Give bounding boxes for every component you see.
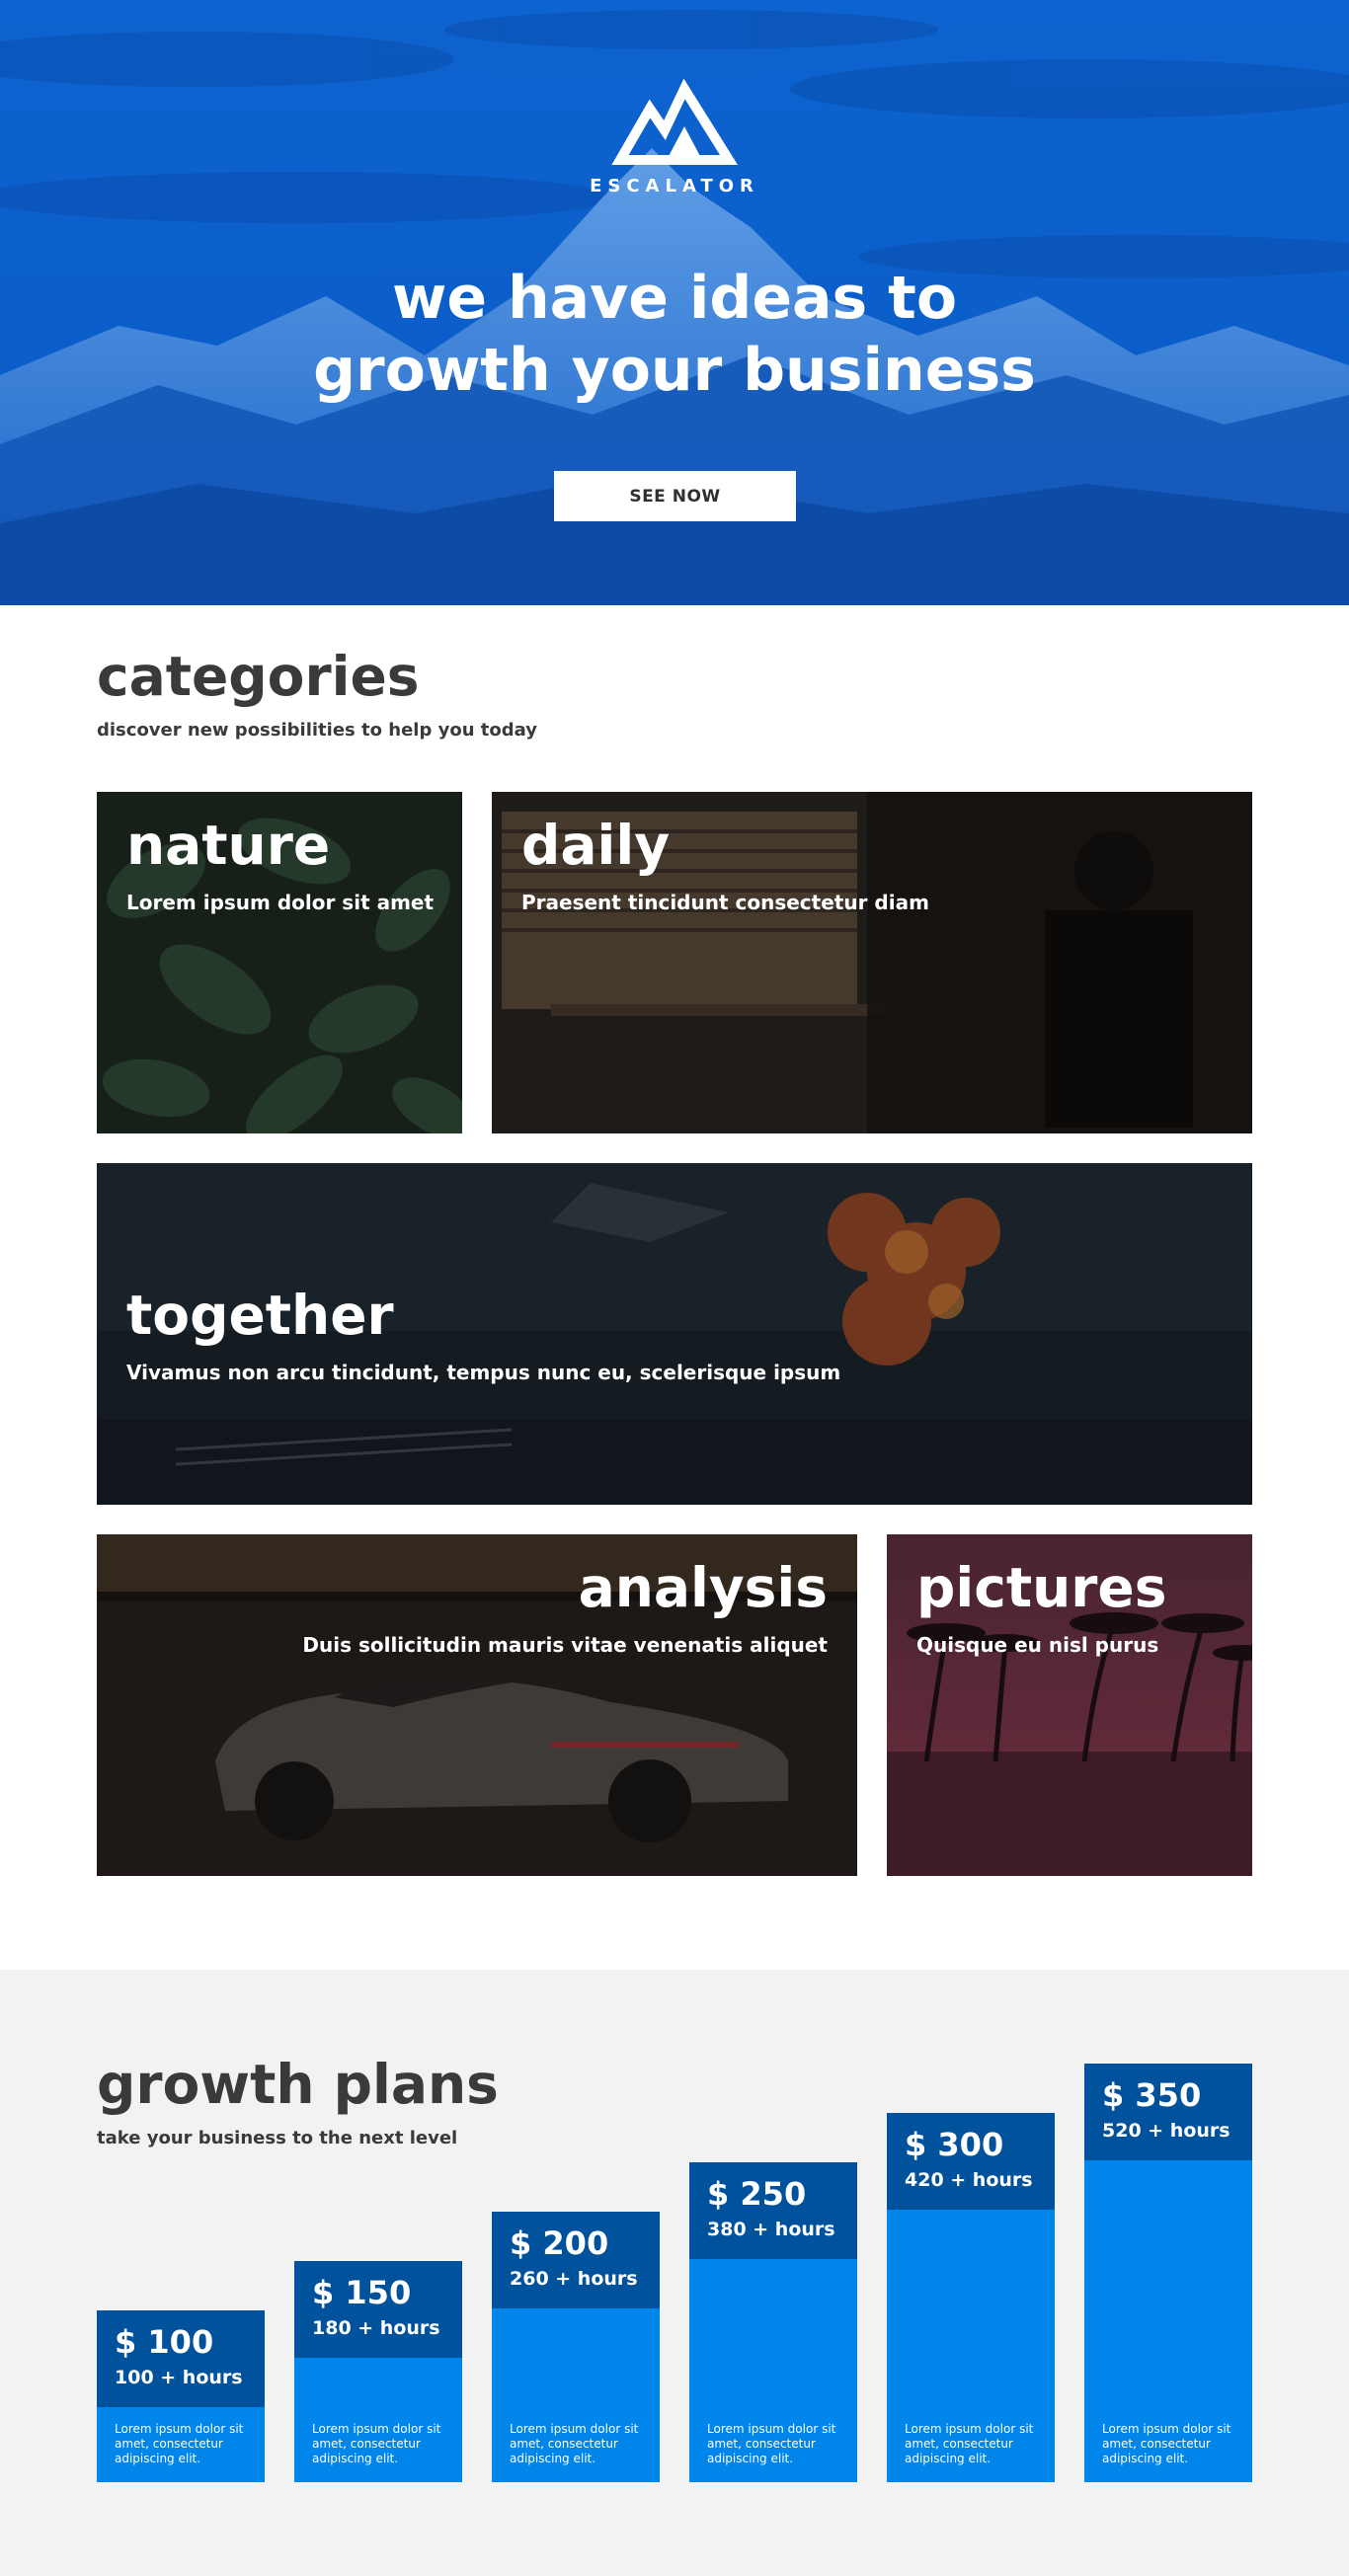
plan-hours: 180 + hours xyxy=(312,2317,440,2339)
plan-description: Lorem ipsum dolor sit amet, consectetur … xyxy=(312,2422,441,2465)
plan-header: $ 250 380 + hours xyxy=(689,2162,857,2259)
plan-description: Lorem ipsum dolor sit amet, consectetur … xyxy=(1102,2422,1231,2465)
plan-header: $ 100 100 + hours xyxy=(97,2310,265,2407)
category-card-analysis[interactable]: analysis Duis sollicitudin mauris vitae … xyxy=(97,1534,857,1876)
brand-name: ESCALATOR xyxy=(590,176,759,196)
plan-header: $ 300 420 + hours xyxy=(887,2113,1055,2210)
category-card-pictures[interactable]: pictures Quisque eu nisl purus xyxy=(887,1534,1252,1876)
category-description: Quisque eu nisl purus xyxy=(916,1633,1159,1657)
plan-card-350[interactable]: $ 350 520 + hours Lorem ipsum dolor sit … xyxy=(1084,2064,1252,2482)
plan-price: $ 200 xyxy=(510,2225,609,2262)
hero-section: ESCALATOR we have ideas to growth your b… xyxy=(0,0,1349,605)
plan-price: $ 150 xyxy=(312,2274,412,2311)
plan-price: $ 300 xyxy=(905,2126,1004,2163)
growth-plans-section: growth plans take your business to the n… xyxy=(0,1970,1349,2576)
plan-header: $ 350 520 + hours xyxy=(1084,2064,1252,2160)
category-card-together[interactable]: together Vivamus non arcu tincidunt, tem… xyxy=(97,1163,1252,1505)
plan-hours: 420 + hours xyxy=(905,2169,1033,2191)
category-description: Vivamus non arcu tincidunt, tempus nunc … xyxy=(126,1361,841,1384)
hero-heading-line1: we have ideas to xyxy=(391,264,958,333)
plan-price: $ 350 xyxy=(1102,2076,1202,2114)
plans-title: growth plans xyxy=(97,2053,499,2116)
plans-subtitle: take your business to the next level xyxy=(97,2128,458,2148)
hero-heading: we have ideas to growth your business xyxy=(0,263,1349,407)
category-description: Duis sollicitudin mauris vitae venenatis… xyxy=(302,1633,828,1657)
plan-hours: 380 + hours xyxy=(707,2219,835,2240)
category-title: pictures xyxy=(916,1556,1167,1619)
category-card-nature[interactable]: nature Lorem ipsum dolor sit amet xyxy=(97,792,462,1133)
category-title: analysis xyxy=(578,1556,828,1619)
plan-description: Lorem ipsum dolor sit amet, consectetur … xyxy=(510,2422,639,2465)
plan-card-200[interactable]: $ 200 260 + hours Lorem ipsum dolor sit … xyxy=(492,2212,660,2482)
category-description: Lorem ipsum dolor sit amet xyxy=(126,891,435,914)
plan-hours: 260 + hours xyxy=(510,2268,638,2290)
plan-description: Lorem ipsum dolor sit amet, consectetur … xyxy=(115,2422,244,2465)
category-description: Praesent tincidunt consectetur diam xyxy=(521,891,929,914)
plan-description: Lorem ipsum dolor sit amet, consectetur … xyxy=(905,2422,1034,2465)
brand-logo[interactable]: ESCALATOR xyxy=(0,69,1349,196)
category-title: daily xyxy=(521,814,671,877)
plan-price: $ 100 xyxy=(115,2323,214,2361)
category-title: together xyxy=(126,1284,394,1347)
plan-card-150[interactable]: $ 150 180 + hours Lorem ipsum dolor sit … xyxy=(294,2261,462,2482)
plan-price: $ 250 xyxy=(707,2175,807,2213)
plan-header: $ 200 260 + hours xyxy=(492,2212,660,2308)
category-title: nature xyxy=(126,814,331,877)
categories-subtitle: discover new possibilities to help you t… xyxy=(97,720,537,741)
mountain-logo-icon xyxy=(611,78,739,165)
plan-description: Lorem ipsum dolor sit amet, consectetur … xyxy=(707,2422,836,2465)
plan-header: $ 150 180 + hours xyxy=(294,2261,462,2358)
hero-heading-line2: growth your business xyxy=(313,336,1036,405)
see-now-button[interactable]: SEE NOW xyxy=(554,471,796,521)
plan-card-250[interactable]: $ 250 380 + hours Lorem ipsum dolor sit … xyxy=(689,2162,857,2482)
categories-title: categories xyxy=(97,645,420,708)
categories-section: categories discover new possibilities to… xyxy=(0,605,1349,1970)
plan-hours: 100 + hours xyxy=(115,2367,243,2388)
plan-hours: 520 + hours xyxy=(1102,2120,1230,2142)
category-card-daily[interactable]: daily Praesent tincidunt consectetur dia… xyxy=(492,792,1252,1133)
plan-card-100[interactable]: $ 100 100 + hours Lorem ipsum dolor sit … xyxy=(97,2310,265,2482)
plan-card-300[interactable]: $ 300 420 + hours Lorem ipsum dolor sit … xyxy=(887,2113,1055,2482)
